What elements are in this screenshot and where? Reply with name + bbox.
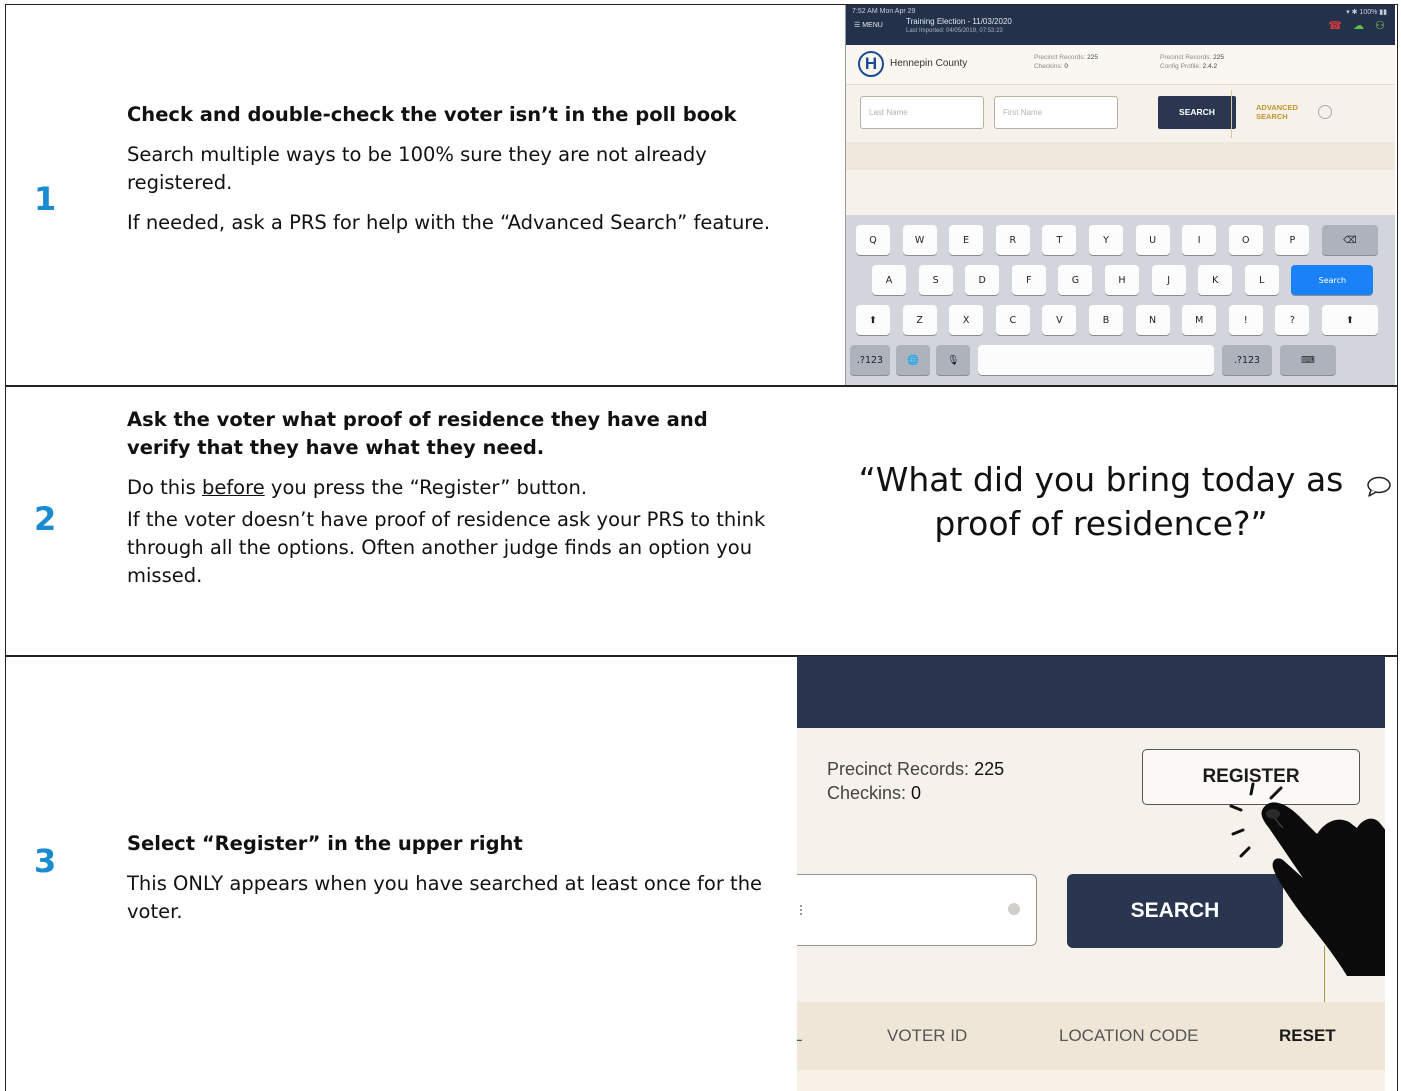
- step-heading: Select “Register” in the upper right: [127, 832, 523, 855]
- header-icons: ☎ ☁ ⚇: [1320, 19, 1385, 32]
- step-heading: Check and double-check the voter isn’t i…: [127, 103, 737, 126]
- divider: [1231, 90, 1232, 138]
- reset-button[interactable]: RESET: [1279, 1026, 1336, 1046]
- election-import-date: Last Imported: 04/05/2019, 07:53:23: [906, 28, 1003, 34]
- key-row3-2[interactable]: C: [995, 305, 1030, 335]
- globe-icon[interactable]: 🌐: [896, 345, 930, 375]
- pointing-hand-icon: [1229, 782, 1385, 976]
- key-h[interactable]: H: [1105, 265, 1139, 295]
- county-name: Hennepin County: [890, 58, 968, 69]
- app-header-bar: [797, 656, 1385, 728]
- key-i[interactable]: I: [1182, 225, 1217, 255]
- key-l[interactable]: L: [1244, 265, 1279, 295]
- key-row3-7[interactable]: !: [1228, 305, 1263, 335]
- step-2-row: 2 Ask the voter what proof of residence …: [5, 385, 1398, 657]
- step-number: 2: [34, 500, 57, 538]
- advanced-search-toggle[interactable]: [1318, 105, 1332, 119]
- cloud-sync-icon[interactable]: ☁: [1353, 20, 1364, 32]
- shift-key[interactable]: ⬆: [856, 305, 890, 335]
- status-time: 7:52 AM Mon Apr 29: [852, 8, 916, 15]
- shift-key-right[interactable]: ⬆: [1322, 305, 1378, 335]
- step-text: Check and double-check the voter isn’t i…: [127, 101, 777, 249]
- key-y[interactable]: Y: [1089, 225, 1123, 255]
- key-o[interactable]: O: [1228, 225, 1263, 255]
- key-row3-0[interactable]: Z: [902, 305, 937, 335]
- key-s[interactable]: S: [918, 265, 953, 295]
- key-f[interactable]: F: [1011, 265, 1046, 295]
- step-paragraph: If the voter doesn’t have proof of resid…: [127, 508, 766, 587]
- sample-question-quote: “What did you bring today as proof of re…: [858, 460, 1344, 543]
- search-button[interactable]: SEARCH: [1158, 96, 1236, 129]
- key-row3-6[interactable]: M: [1182, 305, 1217, 335]
- step-paragraph: If needed, ask a PRS for help with the “…: [127, 211, 771, 234]
- input-edge: [800, 905, 802, 915]
- step-number: 3: [34, 842, 57, 880]
- key-e[interactable]: E: [949, 225, 984, 255]
- key-row3-5[interactable]: N: [1135, 305, 1170, 335]
- search-bar: Last Name First Name SEARCH ADVANCED SEAR…: [846, 90, 1395, 140]
- backspace-key[interactable]: ⌫: [1322, 225, 1378, 255]
- numbers-key-right[interactable]: .?123: [1222, 345, 1272, 375]
- alert-icon[interactable]: ☎: [1328, 20, 1342, 32]
- tab-last-name[interactable]: L: [797, 1026, 802, 1046]
- step-text: Ask the voter what proof of residence th…: [127, 406, 777, 602]
- key-w[interactable]: W: [902, 225, 937, 255]
- key-t[interactable]: T: [1042, 225, 1077, 255]
- key-q[interactable]: Q: [856, 225, 890, 255]
- county-header: H Hennepin County Precinct Records: 225 …: [846, 45, 1395, 85]
- key-row3-4[interactable]: B: [1089, 305, 1123, 335]
- menu-button[interactable]: ☰ MENU: [854, 21, 883, 29]
- space-key[interactable]: [978, 345, 1214, 375]
- key-row3-1[interactable]: X: [949, 305, 984, 335]
- poll-book-search-screenshot: 7:52 AM Mon Apr 29 ▾ ✱ 100% ▮▮ ☰ MENU Tr…: [845, 5, 1395, 386]
- tab-location-code[interactable]: LOCATION CODE: [1059, 1026, 1198, 1046]
- first-name-input[interactable]: First Name: [994, 96, 1118, 129]
- advanced-search-label[interactable]: ADVANCED SEARCH: [1256, 103, 1298, 121]
- key-p[interactable]: P: [1275, 225, 1310, 255]
- config-stat: Precinct Records: 225 Config Profile: 2.…: [1160, 54, 1224, 70]
- hide-keyboard-icon[interactable]: ⌨: [1280, 345, 1336, 375]
- records-stat: Precinct Records: 225 Checkins: 0: [827, 759, 1005, 803]
- election-title: Training Election - 11/03/2020: [906, 17, 1012, 26]
- results-band: [797, 1070, 1385, 1091]
- microphone-icon[interactable]: 🎙: [936, 345, 970, 375]
- search-mode-tabs: L VOTER ID LOCATION CODE RESET: [797, 1002, 1385, 1070]
- last-name-input[interactable]: Last Name: [860, 96, 984, 129]
- numbers-key[interactable]: .?123: [850, 345, 890, 375]
- clear-icon[interactable]: [1008, 903, 1020, 915]
- key-u[interactable]: U: [1135, 225, 1170, 255]
- tab-voter-id[interactable]: VOTER ID: [887, 1026, 967, 1046]
- user-icon[interactable]: ⚇: [1375, 20, 1385, 32]
- name-search-input[interactable]: [797, 874, 1037, 946]
- step-1-row: 1 Check and double-check the voter isn’t…: [5, 4, 1398, 387]
- county-logo: H: [858, 51, 884, 77]
- step-paragraph: Do this before you press the “Register” …: [127, 476, 588, 499]
- search-key[interactable]: Search: [1291, 265, 1374, 295]
- on-screen-keyboard: Q W E R T Y U I O P ⌫ A S D F G H J K L Search ⬆ Z X C V B N M!? ⬆ .?1…: [846, 215, 1395, 386]
- step-paragraph: Search multiple ways to be 100% sure the…: [127, 143, 707, 194]
- key-k[interactable]: K: [1198, 265, 1233, 295]
- key-d[interactable]: D: [965, 265, 1000, 295]
- register-button-screenshot: Precinct Records: 225 Checkins: 0 REGIST…: [797, 656, 1385, 1091]
- key-a[interactable]: A: [872, 265, 906, 295]
- results-band: [846, 142, 1395, 170]
- key-row3-3[interactable]: V: [1042, 305, 1077, 335]
- key-r[interactable]: R: [995, 225, 1030, 255]
- step-heading: Ask the voter what proof of residence th…: [127, 408, 708, 459]
- status-indicators: ▾ ✱ 100% ▮▮: [1346, 9, 1387, 16]
- step-paragraph: This ONLY appears when you have searched…: [127, 872, 763, 923]
- key-row3-8[interactable]: ?: [1275, 305, 1310, 335]
- step-text: Select “Register” in the upper right Thi…: [127, 830, 777, 938]
- key-j[interactable]: J: [1151, 265, 1186, 295]
- step-number: 1: [34, 180, 57, 218]
- app-header-bar: 7:52 AM Mon Apr 29 ▾ ✱ 100% ▮▮ ☰ MENU Tr…: [846, 5, 1395, 45]
- key-g[interactable]: G: [1058, 265, 1093, 295]
- step-3-row: 3 Select “Register” in the upper right T…: [5, 655, 1398, 1091]
- records-stat: Precinct Records: 225 Checkins: 0: [1034, 54, 1098, 70]
